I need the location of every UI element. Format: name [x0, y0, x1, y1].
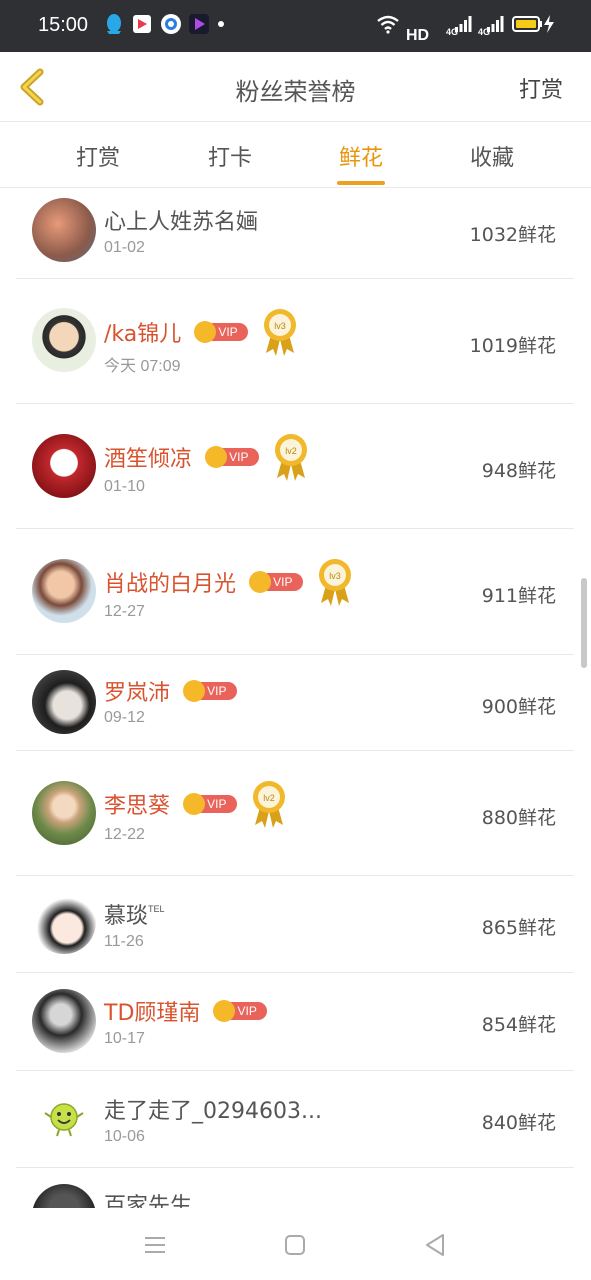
status-time: 15:00	[38, 14, 89, 36]
date: 12-27	[104, 603, 145, 620]
user-name: 李思葵	[104, 794, 171, 819]
avatar	[32, 670, 96, 734]
user-name: TD顾瑾南	[104, 1001, 201, 1026]
hd-label: HD	[406, 27, 430, 44]
header-bar: 粉丝荣誉榜 打赏	[0, 52, 591, 122]
user-name: 肖战的白月光	[104, 572, 237, 597]
crown-icon	[183, 680, 206, 702]
signal-strength-2-icon	[487, 16, 504, 32]
user-name: 百家先生	[104, 1194, 193, 1208]
user-name: 慕琰	[104, 904, 149, 929]
medal-icon: lv3	[319, 559, 352, 606]
scrollbar-thumb[interactable]	[581, 578, 587, 668]
flower-count: 840鲜花	[481, 1112, 556, 1134]
svg-text:lv3: lv3	[275, 321, 287, 331]
list-item[interactable]: 百家先生	[16, 1168, 574, 1208]
svg-text:lv2: lv2	[263, 793, 275, 803]
flower-count: 865鲜花	[481, 917, 556, 939]
wifi-icon	[377, 15, 399, 34]
user-name: 酒笙倾凉	[104, 447, 193, 472]
list-item[interactable]: 酒笙倾凉 VIP lv2 01-10 948鲜花	[16, 404, 574, 529]
tab-bar: 打赏 打卡 鲜花 收藏	[0, 122, 591, 188]
user-name: /ka锦儿	[104, 322, 182, 347]
list-item[interactable]: 心上人姓苏名婳 01-02 1032鲜花	[16, 188, 574, 279]
date: 01-02	[104, 239, 145, 256]
list-item[interactable]: TD顾瑾南 VIP 10-17 854鲜花	[16, 973, 574, 1071]
crown-icon	[183, 793, 206, 815]
avatar	[32, 781, 96, 845]
date: 10-17	[104, 1030, 145, 1047]
vip-badge: VIP	[183, 793, 239, 815]
user-name: 走了走了_0294603...	[104, 1099, 322, 1124]
menu-icon[interactable]	[140, 1230, 170, 1260]
avatar	[32, 989, 96, 1053]
list-item[interactable]: /ka锦儿 VIP lv3 今天 07:09 1019鲜花	[16, 279, 574, 404]
home-icon[interactable]	[280, 1230, 310, 1260]
avatar	[32, 434, 96, 498]
date: 01-10	[104, 478, 145, 495]
svg-text:lv2: lv2	[285, 446, 297, 456]
vip-badge: VIP	[205, 446, 261, 468]
tab-flowers[interactable]: 鲜花	[321, 140, 401, 185]
list-item[interactable]: 走了走了_0294603... 10-06 840鲜花	[16, 1071, 574, 1168]
avatar	[32, 890, 96, 954]
medal-icon: lv3	[264, 309, 297, 356]
tab-checkin[interactable]: 打卡	[190, 140, 270, 172]
browser-icon	[161, 14, 181, 34]
back-button[interactable]	[10, 62, 54, 112]
video-app-icon	[133, 15, 151, 33]
tab-reward[interactable]: 打赏	[58, 140, 138, 172]
flower-count: 854鲜花	[481, 1014, 556, 1036]
list-item[interactable]: 李思葵 VIP lv2 12-22 880鲜花	[16, 751, 574, 876]
qq-icon	[107, 14, 121, 34]
status-bar: 15:00 HD 4G 4G	[0, 0, 591, 52]
flower-count: 880鲜花	[481, 807, 556, 829]
system-nav-bar	[0, 1208, 591, 1280]
tab-flowers-label: 鲜花	[338, 146, 383, 171]
crown-icon	[249, 571, 272, 593]
smiley-icon	[44, 1103, 84, 1137]
medal-icon: lv2	[253, 781, 286, 828]
user-name: 罗岚沛	[104, 681, 171, 706]
user-name: 心上人姓苏名婳	[104, 210, 259, 235]
flower-count: 1019鲜花	[469, 335, 556, 357]
battery-charging-icon	[512, 15, 554, 33]
avatar	[32, 1085, 96, 1149]
ranking-list: 心上人姓苏名婳 01-02 1032鲜花 /ka锦儿 VIP lv3 今天 07…	[0, 188, 591, 1208]
signal-strength-icon	[455, 16, 472, 32]
avatar	[32, 559, 96, 623]
date: 12-22	[104, 826, 145, 843]
reward-button[interactable]: 打赏	[519, 72, 563, 104]
avatar	[32, 308, 96, 372]
avatar	[32, 1184, 96, 1208]
vip-badge: VIP	[194, 321, 250, 343]
media-app-icon	[189, 14, 209, 34]
date: 11-26	[104, 933, 144, 950]
back-chevron-icon	[20, 68, 44, 106]
list-item[interactable]: 慕琰TEL 11-26 865鲜花	[16, 876, 574, 973]
vip-badge: VIP	[249, 571, 305, 593]
tel-suffix: TEL	[148, 904, 165, 915]
flower-count: 1032鲜花	[469, 224, 556, 246]
flower-count: 911鲜花	[481, 585, 556, 607]
svg-text:lv3: lv3	[329, 571, 341, 581]
date: 10-06	[104, 1128, 145, 1145]
vip-badge: VIP	[183, 680, 239, 702]
flower-count: 948鲜花	[481, 460, 556, 482]
page-title: 粉丝荣誉榜	[235, 78, 356, 106]
more-notifications-dot-icon	[218, 21, 224, 27]
avatar	[32, 198, 96, 262]
active-tab-indicator	[337, 181, 385, 185]
date: 今天 07:09	[104, 358, 181, 375]
vip-badge: VIP	[213, 1000, 269, 1022]
flower-count: 900鲜花	[481, 696, 556, 718]
tab-favorites[interactable]: 收藏	[452, 140, 532, 172]
back-triangle-icon[interactable]	[420, 1230, 450, 1260]
medal-icon: lv2	[275, 434, 308, 481]
date: 09-12	[104, 709, 145, 726]
crown-icon	[205, 446, 228, 468]
list-item[interactable]: 罗岚沛 VIP 09-12 900鲜花	[16, 655, 574, 751]
list-item[interactable]: 肖战的白月光 VIP lv3 12-27 911鲜花	[16, 529, 574, 655]
